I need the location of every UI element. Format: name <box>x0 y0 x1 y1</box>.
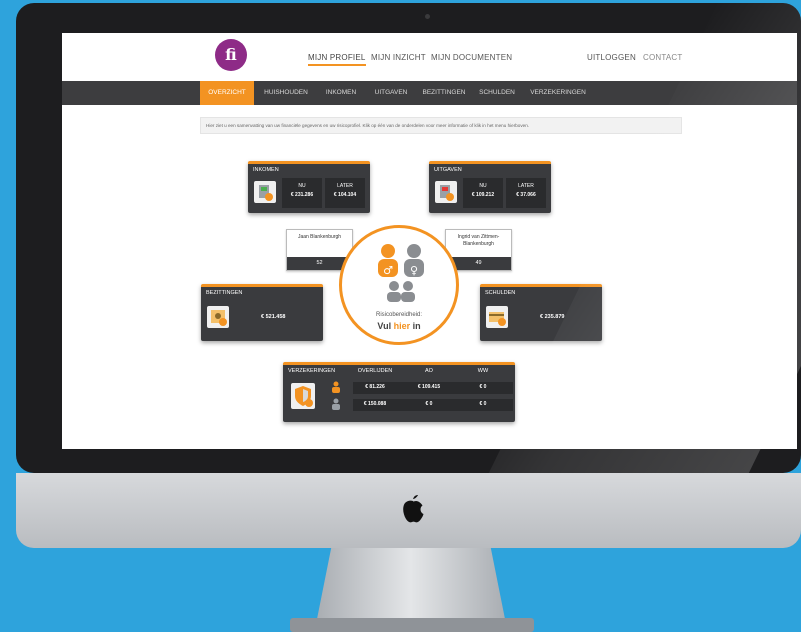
verzekeringen-title: VERZEKERINGEN <box>288 368 336 374</box>
row2-ao: € 0 <box>425 401 433 407</box>
tab-uitgaven[interactable]: UITGAVEN <box>368 81 414 105</box>
uitgaven-nu-cell: NU € 109.212 <box>463 178 503 208</box>
tab-huishouden[interactable]: HUISHOUDEN <box>259 81 313 105</box>
person-orange-icon <box>332 381 340 393</box>
uitgaven-later-value: € 37.066 <box>516 192 536 198</box>
verzekeringen-row-1: € 81.226 € 109.415 € 0 <box>353 382 513 394</box>
wallet-income-icon <box>254 181 276 203</box>
tab-overzicht[interactable]: OVERZICHT <box>200 81 254 105</box>
svg-text:♂: ♂ <box>383 264 393 277</box>
verzekeringen-panel[interactable]: VERZEKERINGEN OVERLIJDEN AO WW € 81.226 … <box>283 362 515 422</box>
apple-logo-icon <box>403 495 424 523</box>
risk-profile-circle[interactable]: ♂ ♀ Risicobereidheid: Vul hier in <box>339 225 459 345</box>
intro-text: Hier ziet u een samenvatting van uw fina… <box>200 117 682 134</box>
camera-dot <box>425 14 430 19</box>
uitgaven-title: UITGAVEN <box>434 167 462 173</box>
col-ww: WW <box>477 368 489 374</box>
row2-overlijden: € 150.088 <box>363 401 387 407</box>
person-left-name: Jaan Blankenburgh <box>297 234 342 240</box>
risk-cta-prefix: Vul <box>377 321 394 331</box>
nav-mijn-documenten[interactable]: MIJN DOCUMENTEN <box>431 53 512 62</box>
imac-screen-bezel: fi MIJN PROFIEL MIJN INZICHT MIJN DOCUME… <box>16 3 801 473</box>
row1-ao: € 109.415 <box>417 384 441 390</box>
schulden-panel[interactable]: SCHULDEN € 235.879 <box>480 284 602 341</box>
inkomen-nu-cell: NU € 231.286 <box>282 178 322 208</box>
uitgaven-panel[interactable]: UITGAVEN NU € 109.212 LATER € 37.066 <box>429 161 551 213</box>
logout-link[interactable]: UITLOGGEN <box>587 53 636 62</box>
uitgaven-later-label: LATER <box>518 183 534 189</box>
inkomen-title: INKOMEN <box>253 167 279 173</box>
schulden-title: SCHULDEN <box>485 290 516 296</box>
inkomen-nu-value: € 231.286 <box>290 192 314 198</box>
risk-label: Risicobereidheid: <box>375 312 423 318</box>
inkomen-later-cell: LATER € 104.104 <box>325 178 365 208</box>
imac-stand <box>316 548 506 624</box>
top-navigation-bar: fi MIJN PROFIEL MIJN INZICHT MIJN DOCUME… <box>62 33 797 81</box>
verzekeringen-row-2: € 150.088 € 0 € 0 <box>353 399 513 411</box>
inkomen-later-value: € 104.104 <box>333 192 357 198</box>
row1-overlijden: € 81.226 <box>365 384 385 390</box>
uitgaven-nu-label: NU <box>479 183 487 189</box>
uitgaven-nu-value: € 109.212 <box>471 192 495 198</box>
risk-cta-suffix: in <box>410 321 421 331</box>
imac-stand-base <box>290 618 534 632</box>
row1-ww: € 0 <box>479 384 487 390</box>
credit-card-icon <box>486 306 508 328</box>
uitgaven-later-cell: LATER € 37.066 <box>506 178 546 208</box>
shield-icon <box>291 383 315 409</box>
inkomen-nu-label: NU <box>298 183 306 189</box>
person-grey-icon <box>332 398 340 410</box>
household-people-icon: ♂ ♀ <box>378 244 424 302</box>
browser-viewport: fi MIJN PROFIEL MIJN INZICHT MIJN DOCUME… <box>62 33 797 449</box>
risk-cta-highlight[interactable]: hier <box>394 321 411 331</box>
tab-bezittingen[interactable]: BEZITTINGEN <box>418 81 470 105</box>
inkomen-later-label: LATER <box>337 183 353 189</box>
inkomen-panel[interactable]: INKOMEN NU € 231.286 LATER € 104.104 <box>248 161 370 213</box>
svg-text:♀: ♀ <box>410 264 418 277</box>
bezittingen-panel[interactable]: BEZITTINGEN € 521.458 <box>201 284 323 341</box>
contact-link[interactable]: CONTACT <box>643 53 682 62</box>
nav-mijn-inzicht[interactable]: MIJN INZICHT <box>371 53 426 62</box>
tab-verzekeringen[interactable]: VERZEKERINGEN <box>526 81 590 105</box>
wallet-expense-icon <box>435 181 457 203</box>
tab-schulden[interactable]: SCHULDEN <box>474 81 520 105</box>
safe-icon <box>207 306 229 328</box>
bezittingen-title: BEZITTINGEN <box>206 290 243 296</box>
col-overlijden: OVERLIJDEN <box>357 368 393 374</box>
person-right-name: Ingrid van Zittmen-Blankenburgh <box>457 234 500 247</box>
fi-logo[interactable]: fi <box>215 39 247 71</box>
schulden-value: € 235.879 <box>540 314 565 320</box>
nav-mijn-profiel[interactable]: MIJN PROFIEL <box>308 53 366 66</box>
tab-inkomen[interactable]: INKOMEN <box>318 81 364 105</box>
bezittingen-value: € 521.458 <box>261 314 286 320</box>
section-tabs: OVERZICHT HUISHOUDEN INKOMEN UITGAVEN BE… <box>62 81 797 105</box>
col-ao: AO <box>425 368 433 374</box>
row2-ww: € 0 <box>479 401 487 407</box>
risk-fill-in-link[interactable]: Vul hier in <box>342 321 456 331</box>
